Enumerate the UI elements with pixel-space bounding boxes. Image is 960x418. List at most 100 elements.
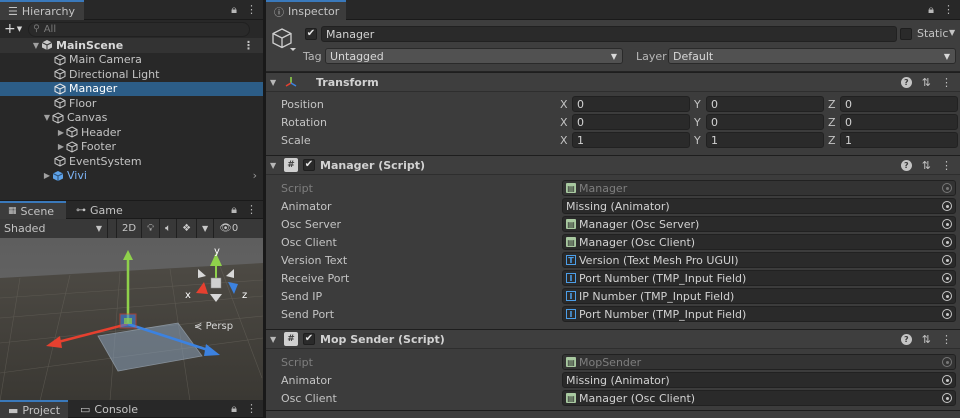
- lock-icon[interactable]: 🔒︎: [231, 3, 237, 17]
- scale-x-field[interactable]: 1: [572, 132, 690, 148]
- send-ip-reference-field[interactable]: I IP Number (TMP_Input Field): [562, 288, 956, 304]
- kebab-menu-icon[interactable]: ⋮: [243, 39, 254, 52]
- help-icon[interactable]: ?: [900, 77, 912, 88]
- effects-dropdown-button[interactable]: ▼: [197, 219, 215, 238]
- rotation-z-field[interactable]: 0: [840, 114, 958, 130]
- preset-icon[interactable]: ⇅: [922, 333, 931, 346]
- projection-mode-label[interactable]: ⋞ Persp: [194, 321, 233, 332]
- tab-project[interactable]: ▬ Project: [0, 400, 68, 418]
- property-label[interactable]: Scale: [281, 134, 311, 147]
- property-label[interactable]: Position: [281, 98, 324, 111]
- hierarchy-item-header[interactable]: ▶ Header: [0, 125, 263, 140]
- object-picker-icon[interactable]: [942, 237, 952, 247]
- lock-icon[interactable]: 🔒︎: [231, 203, 237, 217]
- osc-client-reference-field[interactable]: ▤ Manager (Osc Client): [562, 234, 956, 250]
- 2d-toggle-button[interactable]: 2D: [116, 219, 143, 238]
- rotation-x-field[interactable]: 0: [572, 114, 690, 130]
- kebab-menu-icon[interactable]: ⋮: [943, 3, 954, 17]
- fold-arrow-icon[interactable]: ▼: [270, 161, 280, 170]
- object-name-field[interactable]: Manager: [321, 26, 897, 42]
- collapsed-arrow-icon[interactable]: ▶: [56, 142, 66, 151]
- collapsed-arrow-icon[interactable]: ▶: [56, 128, 66, 137]
- osc-client-reference-field[interactable]: ▤ Manager (Osc Client): [562, 390, 956, 406]
- object-picker-icon[interactable]: [942, 375, 952, 385]
- version-text-reference-field[interactable]: T Version (Text Mesh Pro UGUI): [562, 252, 956, 268]
- lock-icon[interactable]: 🔒︎: [231, 402, 237, 416]
- lighting-toggle-button[interactable]: 💡︎: [142, 219, 161, 238]
- preset-icon[interactable]: ⇅: [922, 76, 931, 89]
- transform-component-header[interactable]: ▼ Transform ? ⇅ ⋮: [266, 72, 960, 92]
- create-button[interactable]: + ▼: [4, 21, 22, 37]
- scene-viewport[interactable]: y x z ⋞ Persp: [0, 238, 263, 401]
- static-checkbox[interactable]: [900, 28, 912, 40]
- hierarchy-item-canvas[interactable]: ▼ Canvas: [0, 111, 263, 126]
- hierarchy-item-eventsystem[interactable]: EventSystem: [0, 154, 263, 169]
- object-picker-icon[interactable]: [942, 291, 952, 301]
- axis-label-y[interactable]: Y: [694, 116, 702, 129]
- axis-label-x[interactable]: X: [560, 116, 568, 129]
- object-picker-icon[interactable]: [942, 201, 952, 211]
- axis-label-x[interactable]: X: [560, 98, 568, 111]
- hierarchy-item-floor[interactable]: Floor: [0, 96, 263, 111]
- mop-sender-component-header[interactable]: ▼ # ✔ Mop Sender (Script) ? ⇅ ⋮: [266, 329, 960, 349]
- kebab-menu-icon[interactable]: ⋮: [941, 333, 952, 346]
- object-picker-icon[interactable]: [942, 255, 952, 265]
- tag-dropdown[interactable]: Untagged ▼: [325, 48, 623, 64]
- send-port-reference-field[interactable]: I Port Number (TMP_Input Field): [562, 306, 956, 322]
- help-icon[interactable]: ?: [900, 160, 912, 171]
- axis-label-x[interactable]: X: [560, 134, 568, 147]
- tab-inspector[interactable]: ⓘ Inspector: [266, 0, 346, 20]
- shading-mode-dropdown[interactable]: Shaded ▼: [0, 219, 108, 238]
- hierarchy-item-manager[interactable]: Manager: [0, 81, 263, 96]
- object-picker-icon[interactable]: [942, 273, 952, 283]
- tab-game[interactable]: ⊶ Game: [68, 201, 131, 219]
- kebab-menu-icon[interactable]: ⋮: [941, 159, 952, 172]
- help-icon[interactable]: ?: [900, 334, 912, 345]
- position-z-field[interactable]: 0: [840, 96, 958, 112]
- gameobject-icon[interactable]: [270, 26, 296, 52]
- axis-label-z[interactable]: Z: [828, 98, 836, 111]
- kebab-menu-icon[interactable]: ⋮: [246, 3, 257, 17]
- tab-hierarchy[interactable]: ☰ Hierarchy: [0, 0, 84, 20]
- search-input[interactable]: ⚲ All: [28, 21, 251, 37]
- receive-port-reference-field[interactable]: I Port Number (TMP_Input Field): [562, 270, 956, 286]
- hierarchy-item-footer[interactable]: ▶ Footer: [0, 140, 263, 155]
- component-enabled-checkbox[interactable]: ✔: [303, 333, 315, 345]
- osc-server-reference-field[interactable]: ▤ Manager (Osc Server): [562, 216, 956, 232]
- axis-label-z[interactable]: Z: [828, 116, 836, 129]
- kebab-menu-icon[interactable]: ⋮: [246, 402, 257, 416]
- hierarchy-item-main-camera[interactable]: Main Camera: [0, 53, 263, 68]
- expand-arrow-icon[interactable]: ▼: [42, 113, 52, 122]
- rotation-y-field[interactable]: 0: [706, 114, 824, 130]
- fold-arrow-icon[interactable]: ▼: [270, 78, 280, 87]
- scale-z-field[interactable]: 1: [840, 132, 958, 148]
- scene-row[interactable]: ▼ MainScene ⋮: [0, 38, 263, 53]
- fold-arrow-icon[interactable]: ▼: [270, 335, 280, 344]
- effects-toggle-button[interactable]: ❖: [177, 219, 198, 238]
- chevron-right-icon[interactable]: ›: [253, 169, 257, 182]
- object-picker-icon[interactable]: [942, 393, 952, 403]
- kebab-menu-icon[interactable]: ⋮: [941, 76, 952, 89]
- kebab-menu-icon[interactable]: ⋮: [246, 203, 257, 217]
- collapsed-arrow-icon[interactable]: ▶: [42, 171, 52, 180]
- axis-label-y[interactable]: Y: [694, 98, 702, 111]
- manager-script-component-header[interactable]: ▼ # ✔ Manager (Script) ? ⇅ ⋮: [266, 155, 960, 175]
- object-picker-icon[interactable]: [942, 219, 952, 229]
- hierarchy-item-directional-light[interactable]: Directional Light: [0, 67, 263, 82]
- active-checkbox[interactable]: ✔: [305, 28, 317, 40]
- object-picker-icon[interactable]: [942, 309, 952, 319]
- audio-toggle-button[interactable]: 🔈︎: [160, 219, 178, 238]
- axis-label-y[interactable]: Y: [694, 134, 702, 147]
- position-y-field[interactable]: 0: [706, 96, 824, 112]
- expand-arrow-icon[interactable]: ▼: [31, 41, 41, 50]
- layer-dropdown[interactable]: Default ▼: [668, 48, 956, 64]
- lock-icon[interactable]: 🔒︎: [928, 3, 934, 17]
- scale-y-field[interactable]: 1: [706, 132, 824, 148]
- property-label[interactable]: Rotation: [281, 116, 327, 129]
- animator-reference-field[interactable]: Missing (Animator): [562, 198, 956, 214]
- hidden-objects-button[interactable]: 👁︎ 0: [214, 219, 243, 238]
- position-x-field[interactable]: 0: [572, 96, 690, 112]
- tab-scene[interactable]: ▦ Scene: [0, 201, 66, 219]
- animator-reference-field[interactable]: Missing (Animator): [562, 372, 956, 388]
- preset-icon[interactable]: ⇅: [922, 159, 931, 172]
